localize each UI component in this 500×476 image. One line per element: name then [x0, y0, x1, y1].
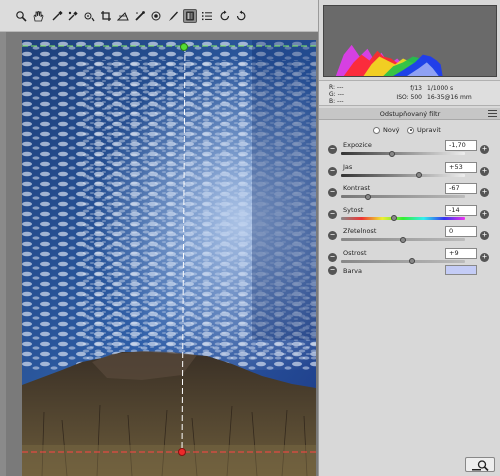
zřetelnost-label: Zřetelnost	[343, 227, 377, 235]
kontrast-slider-thumb[interactable]	[365, 193, 372, 200]
panel-title: Odstupňovaný filtr	[319, 108, 500, 120]
target-adjust-icon[interactable]	[82, 9, 96, 23]
aperture: f/13	[410, 85, 422, 92]
filter-start-handle[interactable]	[180, 43, 188, 51]
ostrost-value-field[interactable]: +9	[445, 247, 477, 259]
sytost-plus-icon[interactable]: +	[480, 209, 489, 219]
shutter-speed: 1/1000 s	[427, 85, 454, 92]
jas-plus-icon[interactable]: +	[480, 166, 489, 176]
ostrost-plus-icon[interactable]: +	[480, 252, 489, 262]
green-readout: G: ---	[329, 91, 345, 98]
expozice-label: Expozice	[343, 141, 372, 149]
filter-end-handle[interactable]	[178, 448, 186, 456]
kontrast-value-field[interactable]: -67	[445, 183, 477, 194]
expozice-value-field[interactable]: -1,70	[445, 140, 477, 151]
kontrast-minus-icon[interactable]: −	[328, 188, 337, 197]
spot-removal-icon[interactable]	[133, 9, 147, 23]
right-panel: R: --- G: --- B: --- f/13 1/1000 s ISO: …	[318, 0, 500, 476]
straighten-icon[interactable]	[116, 9, 130, 23]
jas-minus-icon[interactable]: −	[328, 166, 337, 176]
camera-raw-window: R: --- G: --- B: --- f/13 1/1000 s ISO: …	[0, 0, 500, 476]
graduated-filter-icon[interactable]	[183, 9, 197, 23]
lens: 16-35@16 mm	[427, 94, 472, 101]
red-readout: R: ---	[329, 84, 344, 91]
radio-selected-icon	[407, 126, 414, 134]
mode-edit-label: Upravit	[417, 126, 441, 134]
kontrast-plus-icon[interactable]: +	[480, 188, 489, 197]
hand-icon[interactable]	[31, 9, 45, 23]
color-label: Barva	[343, 267, 362, 275]
photo-preview[interactable]	[22, 40, 316, 476]
sytost-minus-icon[interactable]: −	[328, 209, 337, 219]
ostrost-slider-track[interactable]	[341, 259, 465, 263]
rotate-right-icon[interactable]	[234, 9, 248, 23]
zřetelnost-slider-thumb[interactable]	[400, 236, 406, 243]
eyedropper-icon[interactable]	[50, 9, 64, 23]
sytost-slider-thumb[interactable]	[391, 215, 398, 221]
sytost-label: Sytost	[343, 205, 364, 214]
expozice-plus-icon[interactable]: +	[480, 145, 489, 154]
blue-readout: B: ---	[329, 98, 344, 105]
ostrost-minus-icon[interactable]: −	[328, 252, 337, 262]
kontrast-label: Kontrast	[343, 184, 371, 192]
rotate-left-icon[interactable]	[218, 9, 232, 23]
zoom-button[interactable]	[465, 457, 495, 472]
crop-icon[interactable]	[99, 9, 113, 23]
expozice-slider-track[interactable]	[341, 152, 465, 155]
sytost-value-field[interactable]: -14	[445, 204, 477, 216]
red-eye-icon[interactable]	[149, 9, 163, 23]
zoom-icon[interactable]	[14, 9, 28, 23]
jas-label: Jas	[343, 162, 353, 171]
color-sampler-icon[interactable]	[66, 9, 80, 23]
histogram	[323, 5, 497, 77]
panel-menu-icon[interactable]	[488, 110, 497, 117]
expozice-minus-icon[interactable]: −	[328, 145, 337, 154]
color-swatch[interactable]	[445, 265, 477, 275]
kontrast-slider-track[interactable]	[341, 195, 465, 198]
zřetelnost-value-field[interactable]: 0	[445, 226, 477, 237]
jas-slider-thumb[interactable]	[416, 172, 423, 178]
iso: ISO: 500	[396, 94, 422, 101]
radio-icon	[373, 126, 380, 134]
info-bar: R: --- G: --- B: --- f/13 1/1000 s ISO: …	[319, 80, 500, 106]
expozice-slider-thumb[interactable]	[388, 150, 395, 157]
zřetelnost-plus-icon[interactable]: +	[480, 231, 489, 240]
jas-slider-track[interactable]	[341, 173, 465, 177]
adjustment-brush-icon[interactable]	[166, 9, 180, 23]
mode-edit-radio[interactable]: Upravit	[407, 126, 441, 134]
toolbar	[0, 0, 318, 32]
ostrost-slider-thumb[interactable]	[408, 258, 415, 264]
color-minus-icon[interactable]: −	[328, 266, 337, 275]
sytost-slider-track[interactable]	[341, 216, 465, 220]
mode-new-label: Nový	[383, 126, 400, 134]
list-icon[interactable]	[200, 9, 214, 23]
mode-new-radio[interactable]: Nový	[373, 126, 400, 134]
zřetelnost-minus-icon[interactable]: −	[328, 231, 337, 240]
ostrost-label: Ostrost	[343, 248, 367, 257]
jas-value-field[interactable]: +53	[445, 161, 477, 173]
